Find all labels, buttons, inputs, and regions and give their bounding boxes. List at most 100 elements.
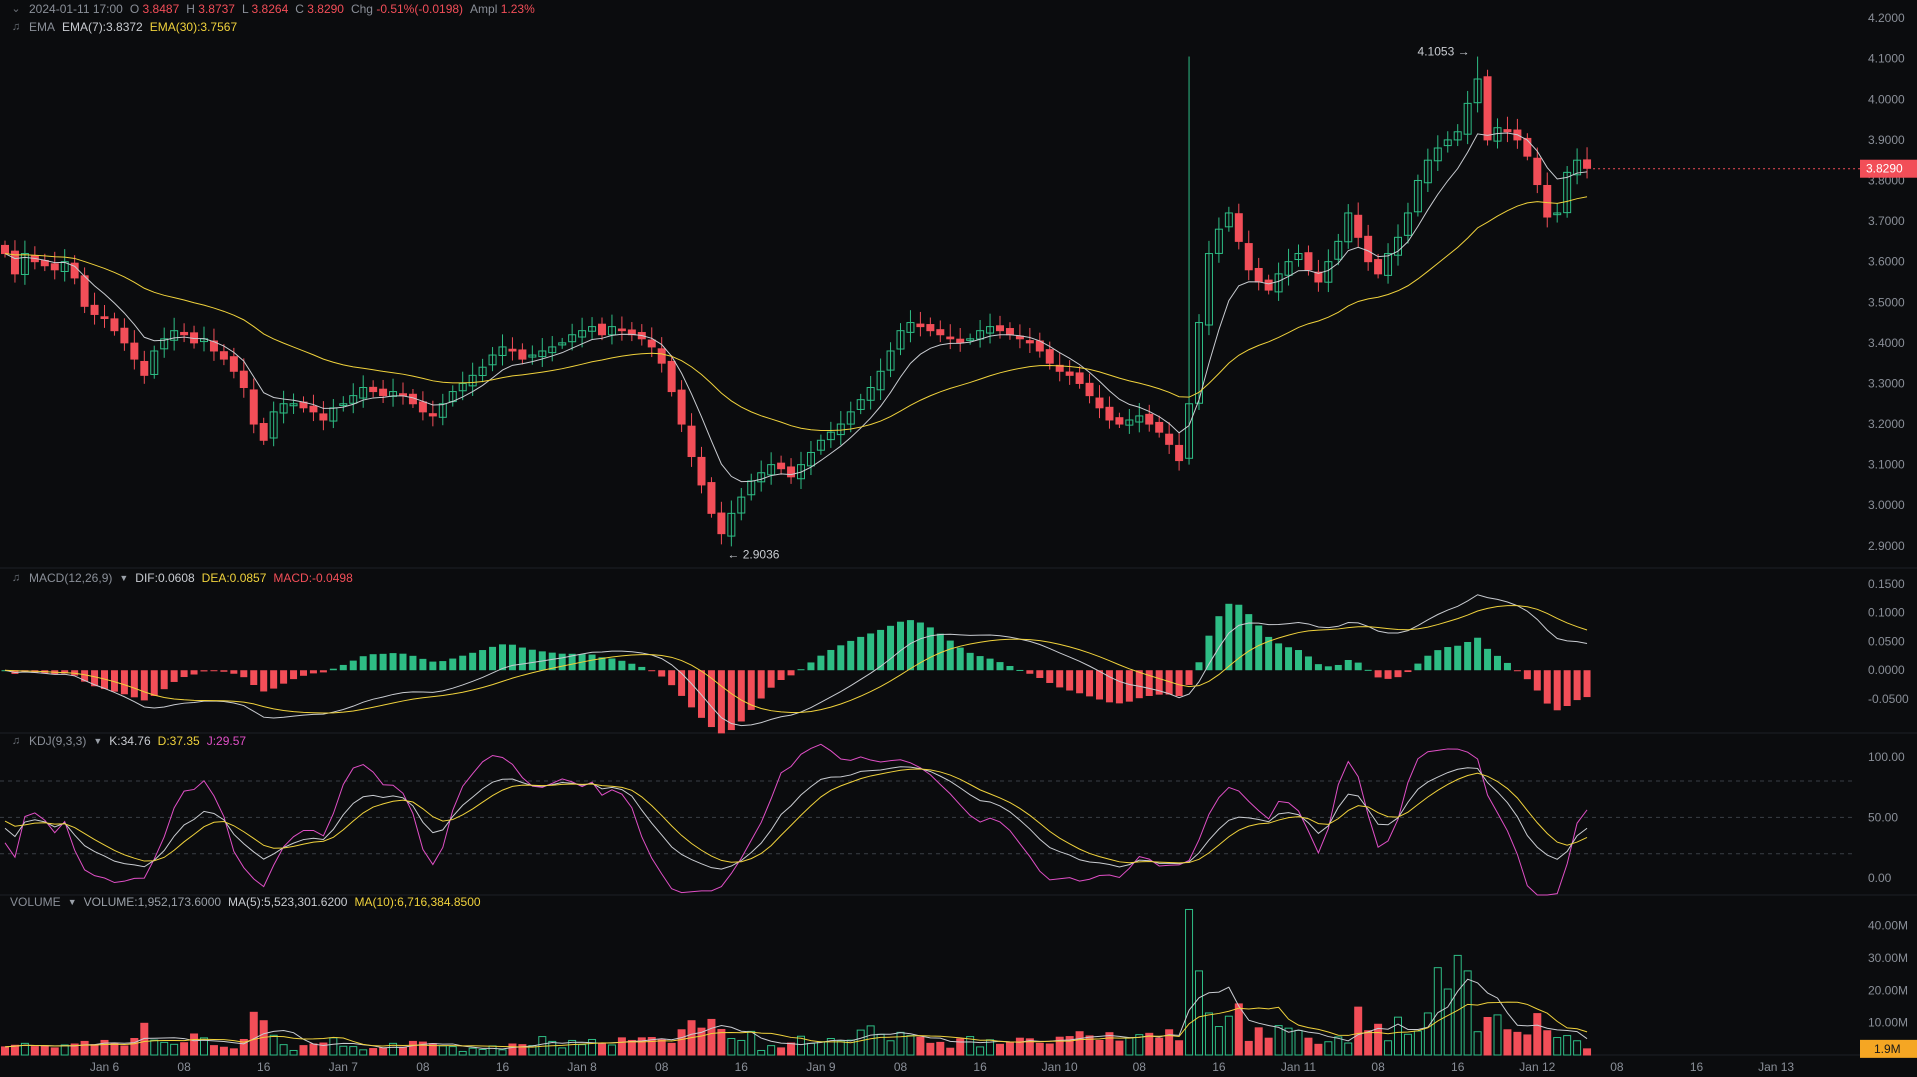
candle-body	[1354, 214, 1363, 238]
macd-histogram-bar	[867, 633, 875, 671]
candle	[627, 322, 636, 342]
volume-bar	[1005, 1041, 1014, 1056]
candle-body	[677, 389, 686, 425]
x-axis-label: 16	[496, 1060, 510, 1074]
kdj-k: K:34.76	[109, 734, 151, 748]
volume-bar	[160, 1041, 169, 1056]
macd-histogram-bar	[757, 670, 765, 699]
macd-histogram-bar	[1046, 670, 1054, 683]
volume-bar	[1214, 1026, 1223, 1056]
collapse-icon[interactable]: ⌄	[10, 3, 22, 15]
kdj-tick-label: 100.00	[1868, 750, 1905, 764]
candle	[707, 477, 716, 518]
volume-bar	[369, 1048, 378, 1056]
x-axis-label: Jan 10	[1042, 1060, 1078, 1074]
candle-body	[657, 348, 666, 364]
macd-histogram-bar	[1503, 662, 1511, 671]
candle-body	[1175, 444, 1184, 462]
volume-bar	[677, 1029, 686, 1056]
candle	[1035, 332, 1044, 358]
candle-body	[1, 244, 9, 255]
candle-body	[707, 482, 716, 514]
macd-histogram-bar	[588, 654, 596, 671]
macd-histogram-bar	[1185, 670, 1193, 685]
volume-bar	[359, 1049, 368, 1056]
macd-histogram-bar	[409, 655, 417, 671]
macd-histogram-bar	[1135, 670, 1143, 699]
volume-bar	[180, 1042, 189, 1056]
candle	[916, 311, 925, 337]
kdj-j: J:29.57	[206, 734, 247, 748]
volume-bar	[279, 1044, 288, 1056]
candle	[190, 325, 199, 349]
candle-body	[319, 413, 328, 421]
x-axis-label: Jan 8	[567, 1060, 597, 1074]
x-axis-label: 16	[1690, 1060, 1704, 1074]
macd-histogram-bar	[737, 670, 745, 722]
macd-histogram-bar	[1573, 670, 1581, 701]
volume-bar	[1155, 1037, 1164, 1056]
volume-bar	[598, 1043, 606, 1056]
volume-bar	[976, 1046, 985, 1056]
volume-bar	[1493, 1014, 1502, 1056]
candle-body	[667, 360, 676, 393]
candle-body	[1374, 259, 1383, 275]
macd-histogram-bar	[1543, 670, 1551, 704]
macd-histogram-bar	[250, 670, 258, 686]
bell-icon[interactable]: ♫	[10, 572, 22, 584]
candle-body	[1095, 397, 1104, 409]
chevron-down-icon[interactable]: ▼	[119, 573, 128, 583]
volume-bar	[836, 1040, 845, 1056]
bell-icon[interactable]: ♫	[10, 21, 22, 33]
macd-histogram-bar	[1374, 670, 1382, 678]
chevron-down-icon[interactable]: ▼	[93, 736, 102, 746]
macd-histogram-bar	[120, 670, 128, 695]
volume-bar	[627, 1039, 636, 1056]
x-axis-label: 16	[1212, 1060, 1226, 1074]
candle	[20, 240, 29, 285]
volume-bar	[1125, 1037, 1134, 1056]
macd-histogram-bar	[300, 670, 307, 676]
candle	[1085, 373, 1094, 404]
macd-histogram-bar	[857, 636, 865, 671]
kdj-tick-label: 50.00	[1868, 810, 1898, 824]
last-price-label: 3.8290	[1866, 162, 1903, 176]
candle-body	[1155, 421, 1164, 433]
candle	[309, 394, 318, 422]
ema-legend: ♫ EMA EMA(7):3.8372 EMA(30):3.7567	[10, 20, 237, 34]
volume-bar	[1304, 1037, 1313, 1056]
high-label: H	[186, 2, 195, 16]
candle-body	[120, 327, 129, 344]
high-annotation: 4.1053 →	[1418, 45, 1470, 59]
candle-body	[617, 328, 626, 332]
macd-histogram-bar	[837, 645, 845, 671]
candle	[1443, 131, 1452, 153]
price-tick-label: 3.6000	[1868, 255, 1905, 269]
volume-bar	[1175, 1040, 1184, 1056]
candle	[349, 383, 358, 414]
candle	[1384, 243, 1393, 284]
candle	[966, 333, 975, 345]
candle	[180, 323, 189, 343]
candle	[757, 460, 766, 492]
macd-histogram-bar	[887, 625, 895, 671]
chevron-down-icon[interactable]: ▼	[68, 897, 77, 907]
macd-histogram-bar	[1384, 670, 1392, 679]
volume-bar	[856, 1029, 865, 1056]
volume-bar	[1384, 1040, 1393, 1056]
candle	[209, 328, 218, 361]
candle-body	[239, 370, 248, 389]
candle	[1314, 259, 1323, 292]
trading-chart[interactable]: 4.20004.10004.00003.90003.80003.70003.60…	[0, 0, 1917, 1077]
x-axis-label: 08	[1610, 1060, 1624, 1074]
volume-bar	[1563, 1035, 1572, 1056]
candle-body	[697, 456, 706, 486]
volume-name: VOLUME	[10, 895, 61, 909]
volume-bar	[1165, 1029, 1174, 1056]
candle	[538, 338, 547, 367]
macd-histogram-bar	[767, 670, 775, 688]
bell-icon[interactable]: ♫	[10, 735, 22, 747]
macd-tick-label: 0.0500	[1868, 634, 1905, 648]
ema30-line	[4, 196, 1588, 432]
candle	[339, 396, 348, 412]
